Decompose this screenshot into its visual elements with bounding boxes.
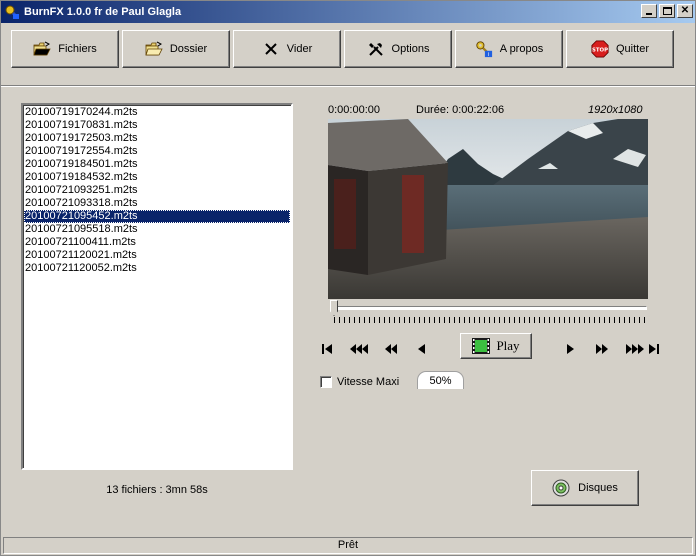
file-list-item[interactable]: 20100719170831.m2ts bbox=[24, 119, 290, 132]
step-forward-button[interactable] bbox=[563, 341, 577, 357]
current-time: 0:00:00:00 bbox=[328, 104, 380, 116]
skip-end-icon bbox=[649, 344, 659, 354]
step-forward-icon bbox=[567, 344, 574, 354]
go-to-end-button[interactable] bbox=[647, 341, 661, 357]
file-list-item[interactable]: 20100719170244.m2ts bbox=[24, 106, 290, 119]
fast-rewind-button[interactable] bbox=[349, 341, 369, 357]
file-list-item[interactable]: 20100721095518.m2ts bbox=[24, 223, 290, 236]
file-list-item[interactable]: 20100721093251.m2ts bbox=[24, 184, 290, 197]
file-list-item[interactable]: 20100721093318.m2ts bbox=[24, 197, 290, 210]
folder-button[interactable]: Dossier bbox=[122, 30, 230, 68]
video-frame-image bbox=[328, 119, 648, 299]
resolution-label: 1920x1080 bbox=[588, 104, 643, 116]
quit-button-label: Quitter bbox=[615, 43, 649, 55]
file-list-item[interactable]: 20100719172554.m2ts bbox=[24, 145, 290, 158]
file-list-item[interactable]: 20100721120021.m2ts bbox=[24, 249, 290, 262]
rewind-icon bbox=[385, 344, 397, 354]
rewind-button[interactable] bbox=[382, 341, 400, 357]
minimize-icon bbox=[646, 13, 652, 15]
seek-slider-thumb[interactable] bbox=[330, 300, 338, 316]
file-list-item[interactable]: 20100721100411.m2ts bbox=[24, 236, 290, 249]
file-list-item[interactable]: 20100719172503.m2ts bbox=[24, 132, 290, 145]
fast-forward-icon bbox=[626, 344, 644, 354]
app-icon[interactable] bbox=[4, 4, 20, 20]
key-info-icon: i bbox=[475, 40, 493, 58]
folder-icon bbox=[145, 40, 163, 58]
minimize-button[interactable] bbox=[641, 4, 657, 18]
step-back-icon bbox=[418, 344, 425, 354]
app-window: BurnFX 1.0.0 fr de Paul Glagla ✕ Fichier… bbox=[0, 0, 696, 556]
close-icon: ✕ bbox=[680, 5, 690, 16]
files-button-label: Fichiers bbox=[58, 43, 97, 55]
window-controls: ✕ bbox=[641, 4, 693, 18]
open-folder-icon bbox=[33, 40, 51, 58]
duration-label: Durée: 0:00:22:06 bbox=[416, 104, 505, 116]
seek-ticks bbox=[334, 317, 646, 323]
discs-button[interactable]: Disques bbox=[531, 470, 639, 506]
status-bar: Prêt bbox=[3, 537, 693, 554]
max-speed-option[interactable]: Vitesse Maxi bbox=[320, 376, 399, 388]
tools-icon bbox=[367, 40, 385, 58]
file-list-item[interactable]: 20100721095452.m2ts bbox=[24, 210, 290, 223]
window-title: BurnFX 1.0.0 fr de Paul Glagla bbox=[24, 6, 182, 18]
play-button-label: Play bbox=[496, 338, 520, 353]
files-button[interactable]: Fichiers bbox=[11, 30, 119, 68]
stop-sign-icon: STOP bbox=[591, 40, 609, 58]
play-button[interactable]: Play bbox=[460, 333, 532, 359]
skip-start-icon bbox=[322, 344, 332, 354]
svg-text:i: i bbox=[488, 52, 490, 58]
file-count-summary: 13 fichiers : 3mn 58s bbox=[106, 484, 208, 496]
toolbar-separator bbox=[1, 85, 695, 87]
fast-forward-button[interactable] bbox=[625, 341, 645, 357]
speed-indicator[interactable]: 50% bbox=[417, 371, 464, 389]
max-speed-checkbox[interactable] bbox=[320, 376, 332, 388]
options-button[interactable]: Options bbox=[344, 30, 452, 68]
maximize-icon bbox=[662, 7, 672, 15]
file-list-item[interactable]: 20100721120052.m2ts bbox=[24, 262, 290, 275]
go-to-start-button[interactable] bbox=[319, 341, 335, 357]
about-button-label: A propos bbox=[499, 43, 544, 55]
file-list[interactable]: 20100719170244.m2ts 20100719170831.m2ts 20… bbox=[21, 103, 293, 470]
discs-button-label: Disques bbox=[578, 482, 618, 494]
seek-track[interactable] bbox=[332, 306, 647, 310]
stop-sign-text: STOP bbox=[592, 47, 608, 53]
step-back-button[interactable] bbox=[415, 341, 429, 357]
options-button-label: Options bbox=[391, 43, 430, 55]
close-button[interactable]: ✕ bbox=[677, 4, 693, 18]
maximize-button[interactable] bbox=[659, 4, 675, 18]
forward-icon bbox=[596, 344, 608, 354]
quit-button[interactable]: STOP Quitter bbox=[566, 30, 674, 68]
clear-button[interactable]: Vider bbox=[233, 30, 341, 68]
toolbar: Fichiers Dossier Vider Options i A propo… bbox=[11, 30, 674, 68]
forward-button[interactable] bbox=[593, 341, 611, 357]
clear-button-label: Vider bbox=[286, 43, 313, 55]
about-button[interactable]: i A propos bbox=[455, 30, 563, 68]
film-icon bbox=[472, 338, 491, 354]
title-bar[interactable]: BurnFX 1.0.0 fr de Paul Glagla ✕ bbox=[1, 1, 695, 23]
fast-rewind-icon bbox=[350, 344, 368, 354]
disc-icon bbox=[552, 479, 570, 497]
video-preview bbox=[328, 119, 648, 299]
cross-icon bbox=[262, 40, 280, 58]
max-speed-label: Vitesse Maxi bbox=[337, 376, 400, 388]
file-list-item[interactable]: 20100719184532.m2ts bbox=[24, 171, 290, 184]
file-list-item[interactable]: 20100719184501.m2ts bbox=[24, 158, 290, 171]
folder-button-label: Dossier bbox=[169, 43, 208, 55]
